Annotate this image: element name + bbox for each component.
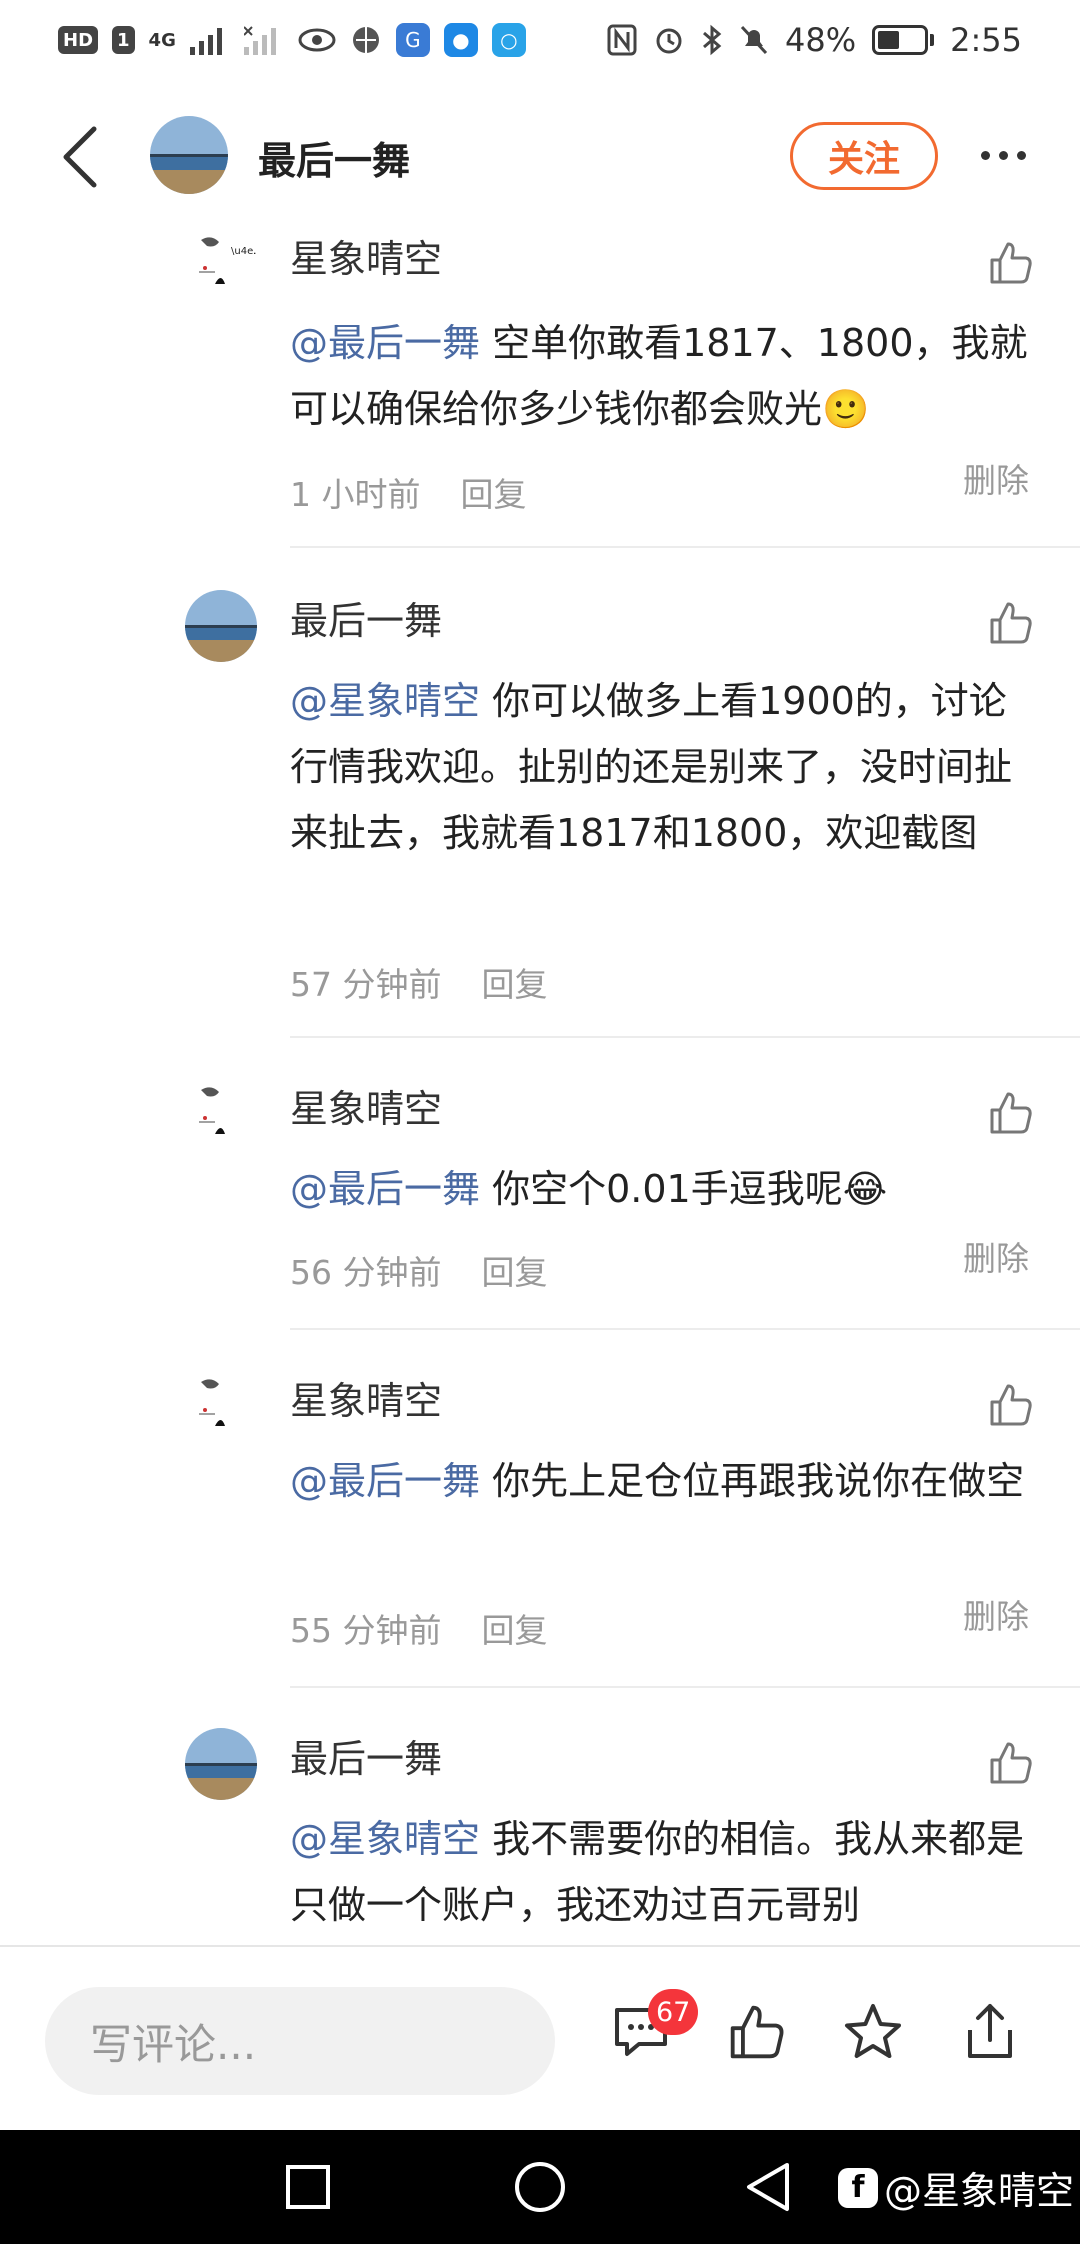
avatar[interactable] xyxy=(185,1078,257,1150)
battery-percent: 48% xyxy=(785,21,857,59)
thumbs-up-icon xyxy=(990,1742,1032,1784)
comment-time: 55 分钟前 xyxy=(290,1611,442,1650)
sim-badge: 1 xyxy=(112,26,135,54)
more-dots-icon xyxy=(980,150,990,160)
app-globe-icon xyxy=(352,27,379,53)
comment-meta: 57 分钟前 回复 xyxy=(290,958,547,1006)
thumbs-up-icon xyxy=(990,602,1032,644)
comment-time: 56 分钟前 xyxy=(290,1253,442,1292)
share-button[interactable] xyxy=(955,1997,1025,2067)
comment-username[interactable]: 最后一舞 xyxy=(290,1728,442,1783)
delete-button[interactable]: 删除 xyxy=(963,1232,1029,1280)
app-search-icon: ○ xyxy=(491,23,526,57)
hd-badge: HD xyxy=(58,26,99,54)
mention-link[interactable]: @最后一舞 xyxy=(290,1459,480,1503)
back-button[interactable] xyxy=(50,122,110,192)
home-button[interactable] xyxy=(508,2155,572,2219)
bluetooth-icon xyxy=(703,24,722,56)
more-options-button[interactable] xyxy=(970,130,1036,180)
thumbs-up-icon xyxy=(990,1384,1032,1426)
like-button[interactable] xyxy=(986,238,1036,288)
comment-text: @最后一舞 空单你敢看1817、1800，我就可以确保给你多少钱你都会败光🙂 xyxy=(290,321,1028,431)
like-button[interactable] xyxy=(986,1380,1036,1430)
divider xyxy=(290,1328,1080,1330)
battery-icon xyxy=(872,25,935,55)
back-nav-button[interactable] xyxy=(736,2155,800,2219)
status-right: 48% 2:55 xyxy=(607,21,1022,59)
chevron-left-icon xyxy=(63,126,97,188)
mention-link[interactable]: @最后一舞 xyxy=(290,321,480,365)
comment-list[interactable]: \u4e2a 星象晴空 @最后一舞 空单你敢看1817、1800，我就可以确保给… xyxy=(0,210,1080,1945)
clock: 2:55 xyxy=(950,21,1022,59)
signal-off-icon xyxy=(243,26,276,55)
comment-username[interactable]: 星象晴空 xyxy=(290,228,442,283)
status-bar: HD 1 4G G ● ○ 48% 2:55 xyxy=(0,0,1080,80)
comment-username[interactable]: 星象晴空 xyxy=(290,1370,442,1425)
watermark-logo-icon: f xyxy=(838,2167,878,2208)
delete-button[interactable]: 删除 xyxy=(963,454,1029,502)
signal-icon xyxy=(189,28,222,55)
triangle-back-icon xyxy=(747,2163,789,2211)
alarm-icon xyxy=(656,28,682,54)
reply-button[interactable]: 回复 xyxy=(481,958,547,1006)
recents-button[interactable] xyxy=(276,2155,340,2219)
reply-button[interactable]: 回复 xyxy=(481,1604,547,1652)
thumbs-up-icon xyxy=(990,242,1032,284)
comment-meta: 1 小时前 回复 xyxy=(290,468,527,516)
thumbs-up-icon xyxy=(730,2005,784,2059)
comment-text: @最后一舞 你先上足仓位再跟我说你在做空 xyxy=(290,1459,1025,1503)
mention-link[interactable]: @星象晴空 xyxy=(290,679,480,723)
delete-button[interactable]: 删除 xyxy=(963,1590,1029,1638)
comment-username[interactable]: 最后一舞 xyxy=(290,590,442,645)
square-icon xyxy=(286,2165,330,2209)
header-username[interactable]: 最后一舞 xyxy=(258,130,410,185)
follow-button[interactable]: 关注 xyxy=(790,122,938,190)
watermark-text: @星象晴空 xyxy=(884,2169,1075,2213)
mute-bell-icon xyxy=(740,25,768,55)
bottom-action-bar: 写评论... 67 xyxy=(0,1945,1080,2130)
comment-time: 1 小时前 xyxy=(290,475,421,514)
share-icon xyxy=(968,2004,1012,2058)
comment-text: @最后一舞 你空个0.01手逗我呢😂 xyxy=(290,1167,888,1211)
watermark: f @星象晴空 xyxy=(838,2160,1074,2215)
favorite-button[interactable] xyxy=(838,1997,908,2067)
comment-input[interactable]: 写评论... xyxy=(45,1987,555,2095)
divider xyxy=(290,1036,1080,1038)
thumbs-up-icon xyxy=(990,1092,1032,1134)
like-button[interactable] xyxy=(986,1088,1036,1138)
comment-text: @星象晴空 你可以做多上看1900的，讨论行情我欢迎。扯别的还是别来了，没时间扯… xyxy=(290,679,1013,855)
mention-link[interactable]: @最后一舞 xyxy=(290,1167,480,1211)
circle-icon xyxy=(515,2162,565,2212)
comment-text: @星象晴空 我不需要你的相信。我从来都是只做一个账户，我还劝过百元哥别 xyxy=(290,1817,1025,1927)
like-button[interactable] xyxy=(986,598,1036,648)
header-avatar[interactable] xyxy=(150,116,228,194)
comment-meta: 55 分钟前 回复 xyxy=(290,1604,547,1652)
header: 最后一舞 关注 xyxy=(0,100,1080,210)
system-nav-bar: f @星象晴空 xyxy=(0,2130,1080,2244)
svg-text:\u4e2a: \u4e2a xyxy=(231,246,257,257)
eye-icon xyxy=(298,28,336,52)
divider xyxy=(290,546,1080,548)
like-post-button[interactable] xyxy=(722,1997,792,2067)
divider xyxy=(290,1686,1080,1688)
reply-button[interactable]: 回复 xyxy=(481,1246,547,1294)
comment-time: 57 分钟前 xyxy=(290,965,442,1004)
status-left: HD 1 4G G ● ○ xyxy=(58,23,526,57)
avatar[interactable] xyxy=(185,590,257,662)
star-icon xyxy=(845,2004,901,2058)
app-browser-icon: G xyxy=(395,23,430,57)
like-button[interactable] xyxy=(986,1738,1036,1788)
comment-username[interactable]: 星象晴空 xyxy=(290,1078,442,1133)
nfc-icon xyxy=(607,24,637,56)
comment-count-badge: 67 xyxy=(648,1989,699,2035)
app-bulb-icon: ● xyxy=(443,23,478,57)
avatar[interactable] xyxy=(185,1370,257,1442)
avatar[interactable] xyxy=(185,1728,257,1800)
reply-button[interactable]: 回复 xyxy=(461,468,527,516)
avatar[interactable]: \u4e2a xyxy=(185,228,257,300)
mention-link[interactable]: @星象晴空 xyxy=(290,1817,480,1861)
comment-meta: 56 分钟前 回复 xyxy=(290,1246,547,1294)
network-label: 4G xyxy=(148,29,176,51)
